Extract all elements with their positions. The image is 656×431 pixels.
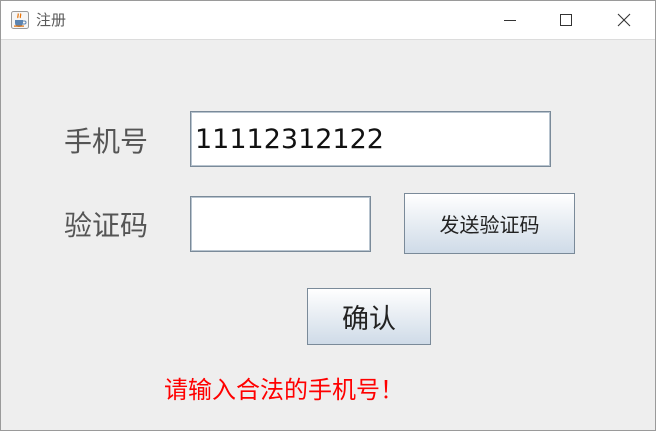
confirm-button[interactable]: 确认 — [307, 288, 431, 345]
phone-label: 手机号 — [64, 125, 149, 158]
minimize-icon — [504, 14, 516, 26]
maximize-icon — [560, 14, 572, 26]
register-window: 注册 手机号 验证码 发送验证码 确认 请输入合法的手机 — [0, 0, 656, 431]
error-message: 请输入合法的手机号！ — [164, 376, 404, 404]
close-button[interactable] — [601, 1, 647, 39]
form-panel: 手机号 验证码 发送验证码 确认 请输入合法的手机号！ — [1, 40, 655, 430]
verification-code-input[interactable] — [190, 196, 371, 252]
maximize-button[interactable] — [543, 1, 589, 39]
close-icon — [617, 13, 631, 27]
java-cup-icon[interactable] — [11, 11, 29, 29]
send-code-button[interactable]: 发送验证码 — [404, 193, 575, 254]
window-title: 注册 — [36, 11, 67, 29]
title-bar[interactable]: 注册 — [1, 1, 655, 40]
phone-input[interactable] — [190, 111, 551, 167]
minimize-button[interactable] — [487, 1, 533, 39]
code-label: 验证码 — [64, 209, 149, 242]
